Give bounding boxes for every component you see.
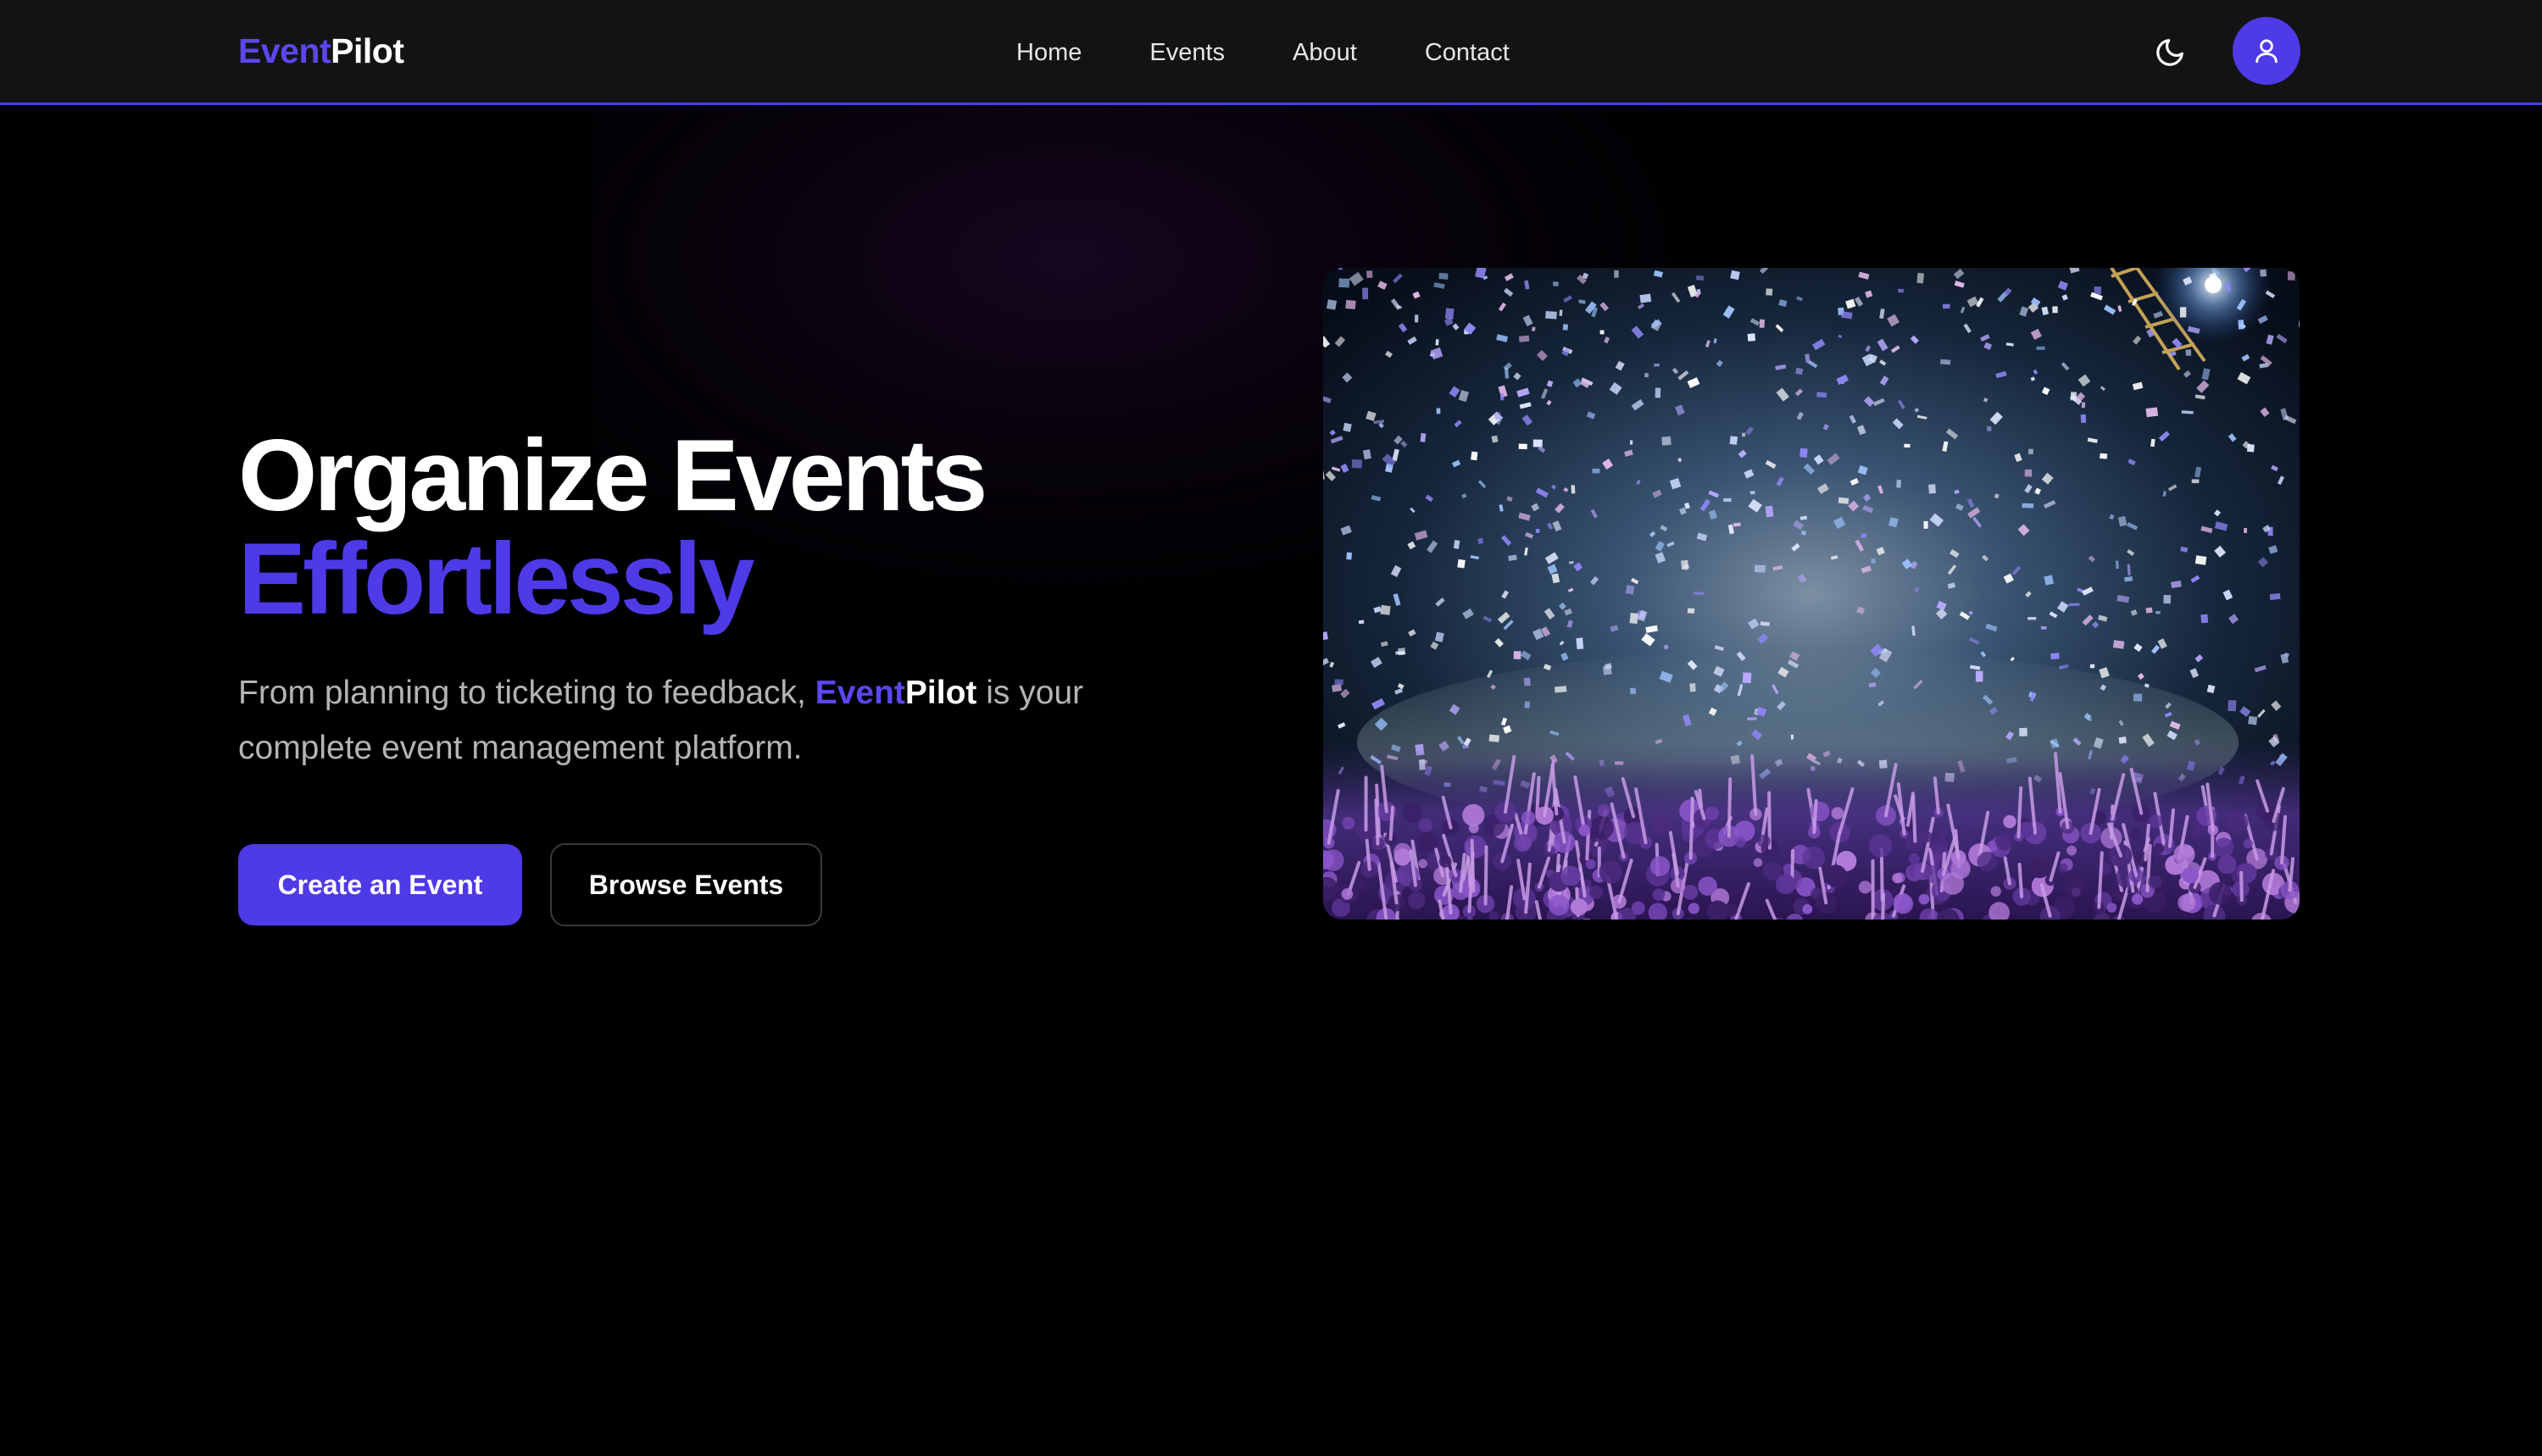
moon-icon — [2156, 39, 2183, 66]
hero-title: Organize Events Effortlessly — [238, 419, 987, 636]
nav-link-home[interactable]: Home — [982, 0, 1115, 105]
nav-link-contact[interactable]: Contact — [1391, 0, 1544, 105]
browse-events-button[interactable]: Browse Events — [550, 843, 822, 926]
hero-title-line1: Organize Events — [238, 419, 987, 532]
page: EventPilot Home Events About Contact Org… — [0, 0, 2542, 1456]
hero-description: From planning to ticketing to feedback, … — [238, 665, 1171, 775]
hero-description-brand-accent: Event — [815, 675, 905, 711]
brand-logo-accent: Event — [238, 31, 331, 70]
main-nav: Home Events About Contact — [982, 0, 1544, 105]
brand-logo[interactable]: EventPilot — [238, 27, 404, 75]
hero-image — [1323, 268, 2300, 920]
theme-toggle-button[interactable] — [2148, 31, 2192, 75]
create-event-button[interactable]: Create an Event — [238, 844, 522, 925]
brand-logo-plain: Pilot — [331, 31, 404, 70]
nav-link-events[interactable]: Events — [1115, 0, 1259, 105]
hero-title-line2: Effortlessly — [238, 522, 755, 636]
user-icon — [2256, 39, 2278, 64]
profile-button[interactable] — [2233, 17, 2300, 85]
hero-description-brand-plain: Pilot — [904, 675, 977, 711]
hero-description-start: From planning to ticketing to feedback, — [238, 675, 815, 711]
navbar: EventPilot Home Events About Contact — [0, 0, 2542, 105]
nav-link-about[interactable]: About — [1259, 0, 1391, 105]
